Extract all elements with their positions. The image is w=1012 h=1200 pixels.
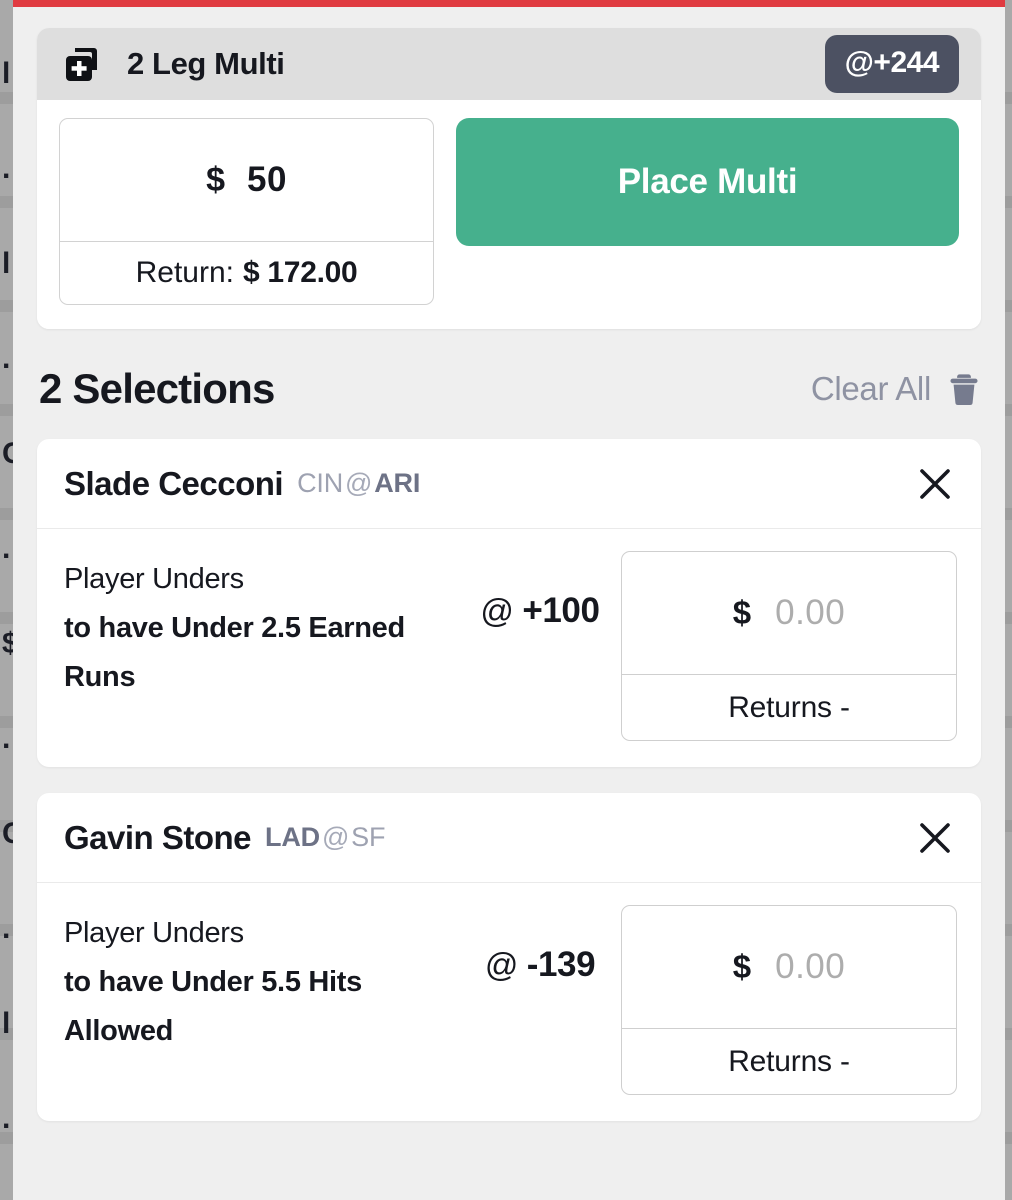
- betslip-sheet: 2 Leg Multi @+244 $ 50 Return: $ 172.00 …: [13, 0, 1005, 1200]
- multi-body: $ 50 Return: $ 172.00 Place Multi: [37, 100, 981, 329]
- currency-symbol: $: [732, 948, 752, 985]
- away-team: LAD: [265, 822, 320, 852]
- screen: l . l . C . $ . C . l . C . l . 2 Leg Mu…: [0, 0, 1012, 1200]
- multi-stake-value: 50: [246, 160, 287, 199]
- leg-returns-label: Returns -: [728, 1044, 850, 1078]
- trash-icon: [950, 374, 978, 406]
- bet-description: Player Unders to have Under 2.5 Earned R…: [64, 551, 459, 702]
- multi-stake-box[interactable]: $ 50 Return: $ 172.00: [59, 118, 434, 305]
- leg-stake-placeholder: 0.00: [775, 593, 846, 632]
- selection-body: Player Unders to have Under 5.5 Hits All…: [37, 883, 981, 1121]
- multi-stake-input[interactable]: $ 50: [60, 119, 433, 241]
- place-multi-button[interactable]: Place Multi: [456, 118, 959, 246]
- selections-header: 2 Selections Clear All: [13, 329, 1005, 439]
- bet-pick: to have Under 5.5 Hits Allowed: [64, 966, 362, 1047]
- matchup: CIN@ARI: [297, 468, 420, 499]
- multi-return-label: Return:: [135, 256, 234, 289]
- matchup-at: @: [345, 468, 373, 498]
- multi-return-value: $ 172.00: [243, 256, 358, 289]
- selection-header: Gavin Stone LAD@SF: [37, 793, 981, 883]
- leg-odds-at: @: [484, 946, 519, 983]
- leg-odds: @ +100: [469, 551, 611, 631]
- multi-odds-badge[interactable]: @+244: [824, 35, 959, 93]
- home-team: ARI: [374, 468, 421, 498]
- leg-odds-price: +100: [522, 591, 600, 630]
- top-accent-bar: [13, 0, 1005, 7]
- multi-return-row: Return: $ 172.00: [60, 241, 433, 304]
- selection-card: Gavin Stone LAD@SF Player Unders to have…: [37, 793, 981, 1121]
- remove-selection-button[interactable]: [913, 816, 957, 860]
- selection-header: Slade Cecconi CIN@ARI: [37, 439, 981, 529]
- multi-title: 2 Leg Multi: [127, 46, 285, 81]
- bet-description: Player Unders to have Under 5.5 Hits All…: [64, 905, 459, 1056]
- close-icon: [920, 822, 950, 853]
- leg-stake-box[interactable]: $ 0.00 Returns -: [621, 551, 957, 741]
- leg-returns-row: Returns -: [622, 674, 956, 740]
- player-name: Gavin Stone: [64, 818, 252, 856]
- leg-stake-input[interactable]: $ 0.00: [622, 552, 956, 674]
- close-icon: [920, 468, 950, 499]
- player-name: Slade Cecconi: [64, 464, 284, 502]
- leg-odds-price: -139: [526, 945, 596, 984]
- remove-selection-button[interactable]: [913, 462, 957, 506]
- multi-summary-panel: 2 Leg Multi @+244 $ 50 Return: $ 172.00 …: [37, 28, 981, 329]
- leg-stake-placeholder: 0.00: [775, 947, 846, 986]
- matchup: LAD@SF: [265, 822, 385, 853]
- currency-symbol: $: [732, 594, 752, 631]
- selection-card: Slade Cecconi CIN@ARI Player Unders to h…: [37, 439, 981, 767]
- selection-body: Player Unders to have Under 2.5 Earned R…: [37, 529, 981, 767]
- leg-returns-row: Returns -: [622, 1028, 956, 1094]
- leg-returns-label: Returns -: [728, 690, 850, 724]
- home-team: SF: [351, 822, 386, 852]
- background-page-left-edge: l . l . C . $ . C . l . C . l .: [0, 0, 13, 1200]
- leg-odds: @ -139: [469, 905, 611, 985]
- clear-all-label: Clear All: [810, 370, 931, 407]
- currency-symbol: $: [206, 160, 225, 199]
- away-team: CIN: [297, 468, 343, 498]
- multi-header: 2 Leg Multi @+244: [37, 28, 981, 100]
- leg-stake-input[interactable]: $ 0.00: [622, 906, 956, 1028]
- bet-market: Player Unders: [64, 563, 244, 595]
- matchup-at: @: [321, 822, 350, 852]
- leg-odds-at: @: [480, 592, 514, 629]
- selections-count: 2 Selections: [39, 365, 275, 412]
- clear-all-button[interactable]: Clear All: [811, 370, 979, 408]
- multi-bet-add-icon: [66, 48, 97, 81]
- bet-pick: to have Under 2.5 Earned Runs: [64, 612, 405, 693]
- background-text-fragments: l . l . C . $ . C . l . C . l .: [2, 57, 13, 1200]
- bet-market: Player Unders: [64, 917, 244, 949]
- background-page-right-edge: [1004, 0, 1012, 1200]
- leg-stake-box[interactable]: $ 0.00 Returns -: [621, 905, 957, 1095]
